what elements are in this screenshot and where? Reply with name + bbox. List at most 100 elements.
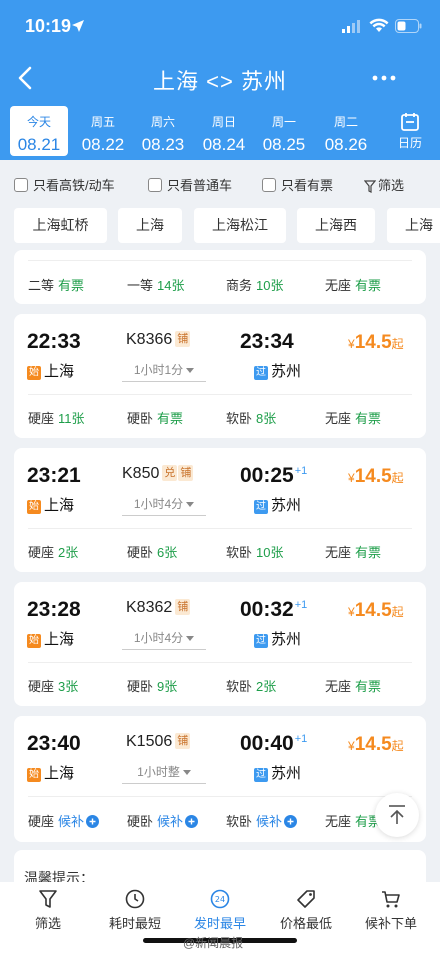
checkbox-label: 只看有票 (281, 178, 334, 193)
arrival-station: 过苏州 (254, 360, 301, 381)
tab-waitlist-order[interactable]: 候补下单 (347, 888, 435, 932)
seat-item: 无座 有票 (325, 542, 381, 561)
waitlist-plus-icon[interactable] (86, 815, 100, 828)
available-only-checkbox[interactable]: 只看有票 (262, 176, 333, 196)
price: ¥14.5起 (348, 734, 404, 756)
origin-badge: 始 (27, 634, 41, 648)
price-suffix: 起 (391, 471, 404, 485)
seat-type: 软卧 (226, 545, 253, 560)
price-suffix: 起 (391, 337, 404, 351)
duration-text: 1小时4分 (133, 497, 184, 511)
tab-shortest-duration[interactable]: 耗时最短 (91, 888, 179, 932)
seat-availability-row: 硬座 候补 硬卧 候补 软卧 候补 无座 有票 (14, 811, 426, 833)
next-day-marker: +1 (294, 733, 308, 745)
seat-status: 候补 (256, 814, 283, 829)
seat-item: 商务 10张 (226, 275, 283, 294)
calendar-icon (401, 113, 419, 131)
duration-toggle[interactable]: 1小时4分 (122, 495, 206, 516)
berth-tag: 铺 (175, 733, 191, 749)
filter-link[interactable]: 筛选 (364, 176, 404, 196)
seat-type: 软卧 (226, 411, 253, 426)
arrival-time: 23:34 (240, 330, 295, 354)
cart-icon (382, 891, 400, 908)
seat-type: 无座 (325, 545, 352, 560)
date-value: 08.22 (81, 135, 125, 154)
seat-type: 软卧 (226, 679, 253, 694)
seat-status: 14张 (157, 278, 185, 293)
waitlist-plus-icon[interactable] (284, 815, 298, 828)
arrival-time-text: 00:32 (240, 598, 294, 621)
station-chip[interactable]: 上海 (387, 208, 440, 243)
date-weekday: 周一 (271, 115, 296, 129)
regular-train-only-checkbox[interactable]: 只看普通车 (148, 176, 232, 196)
train-card[interactable]: 23:28 始上海 K8362 铺 1小时4分 00:32+1 过苏州 ¥14.5… (14, 582, 426, 706)
date-item[interactable]: 周日 08.24 (195, 106, 253, 156)
arrival-station-name: 苏州 (271, 765, 302, 782)
train-number: K1506 铺 (126, 733, 191, 751)
next-day-marker: +1 (294, 465, 308, 477)
price-suffix: 起 (391, 739, 404, 753)
status-bar: 10:19 (0, 0, 440, 54)
tab-lowest-price[interactable]: 价格最低 (262, 888, 350, 932)
departure-station: 始上海 (27, 360, 74, 381)
status-time: 10:19 (25, 16, 72, 36)
berth-tag: 铺 (175, 599, 191, 615)
date-item[interactable]: 周一 08.25 (255, 106, 313, 156)
tab-earliest-departure[interactable]: 24 发时最早 (176, 888, 264, 932)
station-chip[interactable]: 上海西 (297, 208, 375, 243)
date-item[interactable]: 周六 08.23 (134, 106, 192, 156)
train-card[interactable]: 22:33 始上海 K8366 铺 1小时1分 23:34 过苏州 ¥14.5起 … (14, 314, 426, 438)
departure-station: 始上海 (27, 762, 74, 783)
seat-status: 有票 (355, 411, 382, 426)
station-chip[interactable]: 上海虹桥 (14, 208, 107, 243)
duration-toggle[interactable]: 1小时4分 (122, 629, 206, 650)
seat-type: 硬卧 (127, 545, 154, 560)
high-speed-only-checkbox[interactable]: 只看高铁/动车 (14, 176, 115, 196)
funnel-icon (364, 180, 376, 193)
scroll-to-top-button[interactable] (375, 793, 419, 837)
station-chip[interactable]: 上海 (118, 208, 182, 243)
duration-toggle[interactable]: 1小时1分 (122, 361, 206, 382)
calendar-button[interactable]: 日历 (386, 108, 434, 156)
waitlist-plus-icon[interactable] (185, 815, 199, 828)
seat-status: 11张 (58, 411, 85, 426)
berth-tag: 铺 (178, 465, 194, 481)
seat-type: 无座 (325, 411, 352, 426)
date-item-today[interactable]: 今天 08.21 (10, 106, 68, 156)
checkbox-box (14, 178, 28, 192)
station-chip[interactable]: 上海松江 (194, 208, 286, 243)
more-icon[interactable] (370, 64, 398, 92)
seat-item: 硬座 3张 (28, 676, 78, 695)
departure-station-name: 上海 (44, 765, 75, 782)
svg-text:24: 24 (215, 895, 225, 904)
seat-status: 10张 (256, 278, 284, 293)
caret-down-icon (186, 368, 195, 373)
filter-label: 筛选 (378, 178, 405, 193)
price-currency: ¥ (348, 605, 355, 619)
duration-toggle[interactable]: 1小时整 (122, 763, 206, 784)
seat-item: 硬卧 9张 (127, 676, 177, 695)
seat-type: 硬卧 (127, 679, 154, 694)
pass-badge: 过 (254, 768, 268, 782)
tab-label: 候补下单 (364, 916, 417, 931)
train-card-partial[interactable]: 二等 有票 一等 14张 商务 10张 无座 有票 (14, 250, 426, 304)
price-currency: ¥ (348, 337, 355, 351)
cellular-signal-icon (342, 20, 360, 33)
tab-label: 价格最低 (279, 916, 332, 931)
seat-type: 硬卧 (127, 814, 154, 829)
date-item[interactable]: 周二 08.26 (317, 106, 375, 156)
tab-label: 筛选 (34, 916, 61, 931)
watermark: @新闻晨报 (183, 936, 244, 950)
seat-type: 硬座 (28, 411, 55, 426)
train-card[interactable]: 23:40 始上海 K1506 铺 1小时整 00:40+1 过苏州 ¥14.5起… (14, 716, 426, 842)
wifi-icon (369, 18, 389, 32)
date-item[interactable]: 周五 08.22 (74, 106, 132, 156)
seat-item: 硬座 候补 (28, 811, 100, 830)
arrival-station-name: 苏州 (271, 363, 302, 380)
train-card[interactable]: 23:21 始上海 K850 兑铺 1小时4分 00:25+1 过苏州 ¥14.5… (14, 448, 426, 572)
seat-status: 2张 (58, 545, 79, 560)
duration-text: 1小时整 (137, 765, 180, 779)
seat-item: 二等 有票 (28, 275, 84, 294)
tab-filter[interactable]: 筛选 (4, 888, 92, 932)
departure-time: 22:33 (27, 330, 81, 353)
